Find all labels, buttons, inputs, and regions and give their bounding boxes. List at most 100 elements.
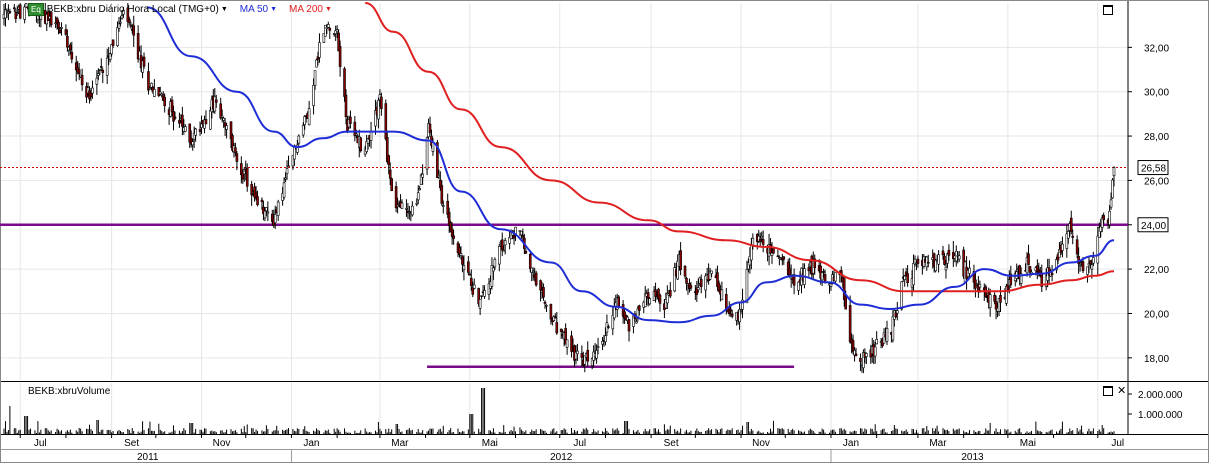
candle-body-165: [343, 68, 346, 97]
candle-body-244: [503, 240, 507, 246]
candle-body-184: [380, 96, 383, 109]
candle-body-87: [181, 114, 184, 127]
candle-body-251: [520, 230, 523, 236]
candle-body-195: [405, 208, 408, 210]
symbol-dropdown-icon[interactable]: ▼: [221, 6, 228, 13]
candle-body-4: [8, 11, 12, 13]
candle-body-225: [467, 261, 470, 273]
ma50-dropdown-icon[interactable]: ▼: [270, 6, 277, 13]
candle-body-83: [172, 111, 175, 122]
candle-body-316: [654, 289, 657, 297]
candle-body-353: [729, 309, 733, 312]
candle-body-158: [327, 24, 330, 28]
candle-body-211: [437, 174, 441, 178]
candle-body-132: [273, 214, 277, 224]
candle-body-441: [912, 262, 915, 286]
candle-body-331: [685, 277, 688, 284]
candle-body-268: [554, 316, 557, 319]
ma200-label[interactable]: MA 200: [289, 4, 323, 15]
candle-body-124: [256, 196, 259, 206]
candle-body-275: [570, 335, 573, 352]
candle-body-538: [1111, 179, 1114, 199]
price-tick-label-2: 22,00: [1144, 265, 1169, 276]
candle-body-339: [699, 278, 703, 287]
candle-body-84: [173, 116, 177, 119]
candle-body-454: [937, 254, 940, 265]
month-label-0: Jul: [34, 438, 47, 449]
price-tick-label-0: 18,00: [1144, 354, 1169, 365]
month-label-5: Mai: [482, 438, 498, 449]
candle-body-37: [77, 69, 81, 74]
candle-body-448: [925, 256, 929, 268]
price-tick-label-6: 30,00: [1144, 88, 1169, 99]
candle-body-274: [565, 339, 569, 348]
candle-body-284: [586, 349, 590, 362]
candle-body-307: [635, 321, 638, 324]
candle-body-399: [823, 274, 827, 283]
candle-body-469: [968, 267, 971, 274]
candle-body-30: [64, 29, 68, 35]
ma200-dropdown-icon[interactable]: ▼: [325, 6, 332, 13]
candle-body-519: [1071, 235, 1075, 238]
candle-body-201: [416, 192, 420, 201]
candle-body-464: [957, 255, 961, 260]
volume-panel-maximize-icon[interactable]: [1103, 386, 1113, 396]
candle-body-9: [18, 4, 22, 19]
candle-body-166: [344, 94, 348, 118]
candle-body-39: [80, 74, 84, 86]
price-markers: 26,58 24,00: [1137, 160, 1169, 233]
candle-body-204: [421, 173, 424, 178]
month-label-2: Nov: [213, 438, 231, 449]
candle-body-62: [129, 24, 133, 27]
symbol-title[interactable]: BEKB:xbru Diário Hora Local (TMG+0): [47, 4, 219, 15]
candle-body-137: [284, 177, 287, 180]
candle-body-484: [999, 295, 1002, 303]
candle-body-54: [111, 39, 115, 46]
candle-body-61: [127, 19, 131, 23]
month-label-11: Mai: [1020, 438, 1036, 449]
candle-body-529: [1092, 257, 1095, 264]
candle-body-134: [276, 201, 280, 216]
candle-body-252: [521, 235, 525, 238]
candle-body-265: [549, 304, 553, 320]
candle-body-194: [400, 202, 404, 209]
candle-body-89: [184, 126, 187, 132]
candle-body-56: [117, 23, 121, 29]
candle-body-82: [170, 99, 174, 113]
candle-body-200: [415, 202, 419, 205]
candle-body-164: [338, 46, 342, 67]
candle-body-174: [359, 137, 363, 152]
month-label-6: Jul: [573, 438, 586, 449]
candle-body-294: [607, 326, 610, 328]
candle-body-498: [1028, 266, 1032, 273]
candle-body-100: [209, 109, 212, 130]
candle-body-199: [411, 205, 414, 216]
ma50-label[interactable]: MA 50: [240, 4, 268, 15]
candle-body-171: [355, 133, 358, 136]
candle-body-185: [384, 103, 388, 140]
candle-body-437: [903, 275, 906, 280]
candle-body-360: [745, 269, 749, 304]
candle-body-375: [776, 255, 780, 258]
candle-body-480: [993, 294, 996, 302]
candle-body-350: [725, 294, 728, 310]
candle-body-262: [542, 287, 545, 298]
candle-body-79: [163, 96, 166, 107]
candle-body-536: [1108, 210, 1111, 225]
candle-body-33: [69, 44, 72, 51]
price-tick-label-4: 26,00: [1144, 176, 1169, 187]
candle-body-449: [926, 261, 930, 264]
candle-body-514: [1061, 243, 1064, 251]
price-panel-maximize-icon[interactable]: [1103, 5, 1113, 15]
candle-body-431: [891, 316, 895, 341]
volume-panel-close-icon[interactable]: ✕: [1117, 386, 1126, 397]
candle-body-424: [875, 338, 878, 345]
candle-body-69: [142, 56, 146, 67]
candle-body-128: [265, 207, 268, 212]
candle-body-409: [844, 296, 848, 310]
candle-body-270: [559, 328, 563, 332]
candle-body-231: [478, 299, 482, 309]
candle-body-95: [198, 129, 202, 132]
candle-body-239: [493, 258, 497, 268]
candle-body-520: [1075, 239, 1079, 255]
